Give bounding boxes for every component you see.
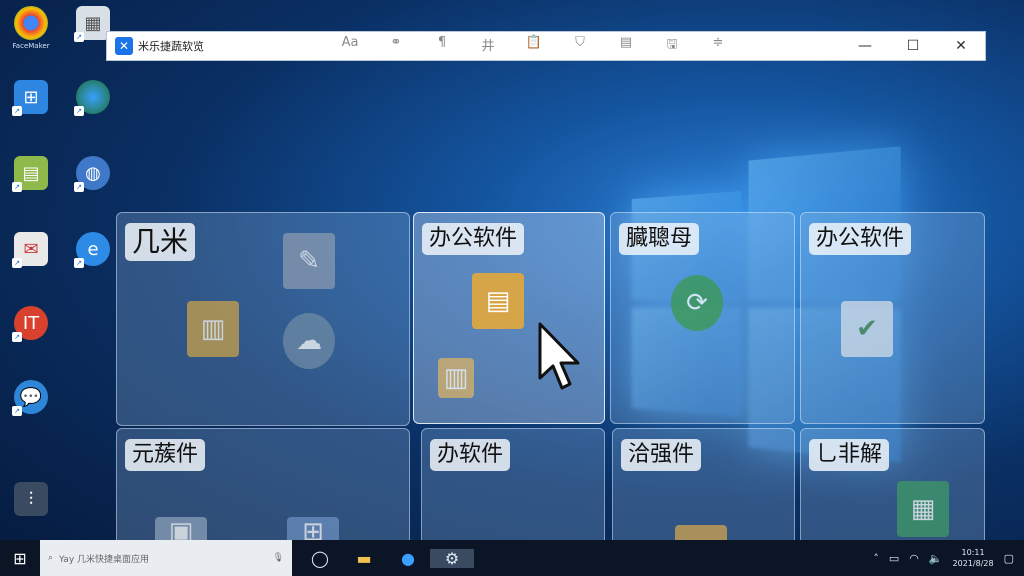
search-icon: ⌕ bbox=[48, 553, 54, 563]
desktop-icon-chrome[interactable]: FaceMaker bbox=[6, 6, 56, 50]
chrome-icon bbox=[14, 6, 48, 40]
app-logo-icon: ✕ bbox=[115, 37, 133, 55]
network-icon[interactable]: ◠ bbox=[909, 552, 919, 565]
minimize-button[interactable]: — bbox=[841, 38, 889, 54]
tile-group-5[interactable]: 元蔟件 ▣ ⊞ bbox=[116, 428, 410, 548]
tile-label: 洽强件 bbox=[621, 439, 702, 471]
desktop-icon-chat[interactable]: 💬 ↗ bbox=[6, 380, 56, 416]
photo-app-icon: ✎ bbox=[283, 233, 335, 289]
settings-taskbar-icon[interactable]: ⚙ bbox=[430, 548, 474, 568]
tile-label: 办公软件 bbox=[422, 223, 525, 255]
taskbar-search-box[interactable]: ⌕ Yay 几米快捷桌面应用 🎙 bbox=[40, 540, 292, 576]
app-title-bar[interactable]: ✕ 米乐捷蔬软览 Aa ⚭ ¶ 井 📋 ⛉ ▤ 🖫 ≑ — ☐ ✕ bbox=[106, 31, 986, 61]
edge-icon: e ↗ bbox=[74, 232, 110, 268]
desktop-icon-file[interactable]: ▤ ↗ bbox=[6, 156, 56, 192]
globe-icon: ◍ ↗ bbox=[74, 156, 110, 192]
window-controls: — ☐ ✕ bbox=[841, 38, 985, 54]
desktop-icon-windows[interactable]: ⊞ ↗ bbox=[6, 80, 56, 116]
tile-group-1[interactable]: 几米 ✎ ▥ ☁ bbox=[116, 212, 410, 426]
grid-tool-icon[interactable]: 井 bbox=[476, 35, 500, 57]
text-tool-icon[interactable]: Aa bbox=[338, 35, 362, 57]
edge-taskbar-icon[interactable]: ● bbox=[386, 549, 430, 568]
chevron-up-icon[interactable]: ˄ bbox=[873, 552, 879, 565]
office-folder-icon: ▤ bbox=[472, 273, 524, 329]
desktop-icon-tool[interactable]: ⫶ bbox=[6, 482, 56, 518]
taskbar-clock[interactable]: 10:11 2021/8/28 bbox=[953, 547, 994, 569]
battery-icon[interactable]: ▭ bbox=[889, 552, 899, 565]
desktop-icon-edge[interactable]: e ↗ bbox=[68, 232, 118, 268]
file-icon: ▤ ↗ bbox=[12, 156, 48, 192]
desktop-icon-red-app[interactable]: IT ↗ bbox=[6, 306, 56, 342]
file-explorer-icon[interactable]: ▬ bbox=[342, 549, 386, 568]
tile-label: 办公软件 bbox=[809, 223, 912, 255]
red-app-icon: IT ↗ bbox=[12, 306, 48, 342]
desktop-icon-globe[interactable]: ◍ ↗ bbox=[68, 156, 118, 192]
tile-label: 元蔟件 bbox=[125, 439, 206, 471]
folder-app-icon: ▥ bbox=[187, 301, 239, 357]
tile-group-3[interactable]: 臓聰母 ⟳ bbox=[610, 212, 795, 424]
security-app-icon: ⟳ bbox=[671, 275, 723, 331]
tile-label: 乚非解 bbox=[809, 439, 890, 471]
desktop-icon-column: FaceMaker ▦ ↗ ⊞ ↗ ↗ ▤ ↗ ◍ ↗ ✉ ↗ e ↗ IT ↗ 💬 ↗ ⫶ bbox=[0, 0, 110, 540]
taskbar: ⊞ ⌕ Yay 几米快捷桌面应用 🎙 ◯ ▬ ● ⚙ ˄ ▭ ◠ 🔈 10:11… bbox=[0, 540, 1024, 576]
cloud-app-icon: ☁ bbox=[283, 313, 335, 369]
save-tool-icon[interactable]: 🖫 bbox=[660, 35, 684, 57]
desktop-icon-label: FaceMaker bbox=[12, 42, 50, 50]
close-button[interactable]: ✕ bbox=[937, 38, 985, 54]
shield-tool-icon[interactable]: ⛉ bbox=[568, 35, 592, 57]
note-tool-icon[interactable]: ▤ bbox=[614, 35, 638, 57]
tile-label: 几米 bbox=[125, 223, 196, 261]
start-button[interactable]: ⊞ bbox=[0, 549, 40, 568]
document-icon: ▦ ↗ bbox=[74, 6, 110, 42]
clock-date: 2021/8/28 bbox=[952, 559, 994, 568]
clock-time: 10:11 bbox=[961, 548, 985, 557]
window-title: 米乐捷蔬软览 bbox=[138, 40, 204, 53]
maximize-button[interactable]: ☐ bbox=[889, 38, 937, 54]
mouse-cursor-icon bbox=[538, 322, 580, 390]
format-tool-icon[interactable]: ¶ bbox=[430, 35, 454, 57]
system-tray: ˄ ▭ ◠ 🔈 10:11 2021/8/28 ▢ bbox=[873, 547, 1024, 569]
link-tool-icon[interactable]: ⚭ bbox=[384, 35, 408, 57]
desktop-icon-browser[interactable]: ↗ bbox=[68, 80, 118, 116]
tile-group-6[interactable]: 办软件 bbox=[421, 428, 605, 548]
clipboard-tool-icon[interactable]: 📋 bbox=[522, 35, 546, 57]
toolbar: Aa ⚭ ¶ 井 📋 ⛉ ▤ 🖫 ≑ bbox=[338, 35, 730, 57]
tile-group-4[interactable]: 办公软件 ✔ bbox=[800, 212, 985, 424]
microphone-icon[interactable]: 🎙 bbox=[273, 553, 284, 563]
small-folder-icon: ▥ bbox=[438, 358, 474, 398]
chat-icon: 💬 ↗ bbox=[12, 380, 48, 416]
windows-grid-icon: ⊞ ↗ bbox=[12, 80, 48, 116]
volume-icon[interactable]: 🔈 bbox=[929, 552, 943, 565]
desktop-icon-mail[interactable]: ✉ ↗ bbox=[6, 232, 56, 268]
search-placeholder: Yay 几米快捷桌面应用 bbox=[59, 554, 150, 565]
tile-group-8[interactable]: 乚非解 ▦ bbox=[800, 428, 985, 548]
notification-icon[interactable]: ▢ bbox=[1004, 552, 1014, 565]
sliders-tool-icon[interactable]: ≑ bbox=[706, 35, 730, 57]
browser-icon: ↗ bbox=[74, 80, 110, 116]
tile-group-7[interactable]: 洽强件 bbox=[612, 428, 795, 548]
tile-label: 臓聰母 bbox=[619, 223, 700, 255]
notes-app-icon: ✔ bbox=[841, 301, 893, 357]
mail-icon: ✉ ↗ bbox=[12, 232, 48, 268]
tool-icon: ⫶ bbox=[14, 482, 48, 516]
task-view-icon[interactable]: ◯ bbox=[298, 549, 342, 568]
tile-label: 办软件 bbox=[430, 439, 511, 471]
spreadsheet-app-icon: ▦ bbox=[897, 481, 949, 537]
